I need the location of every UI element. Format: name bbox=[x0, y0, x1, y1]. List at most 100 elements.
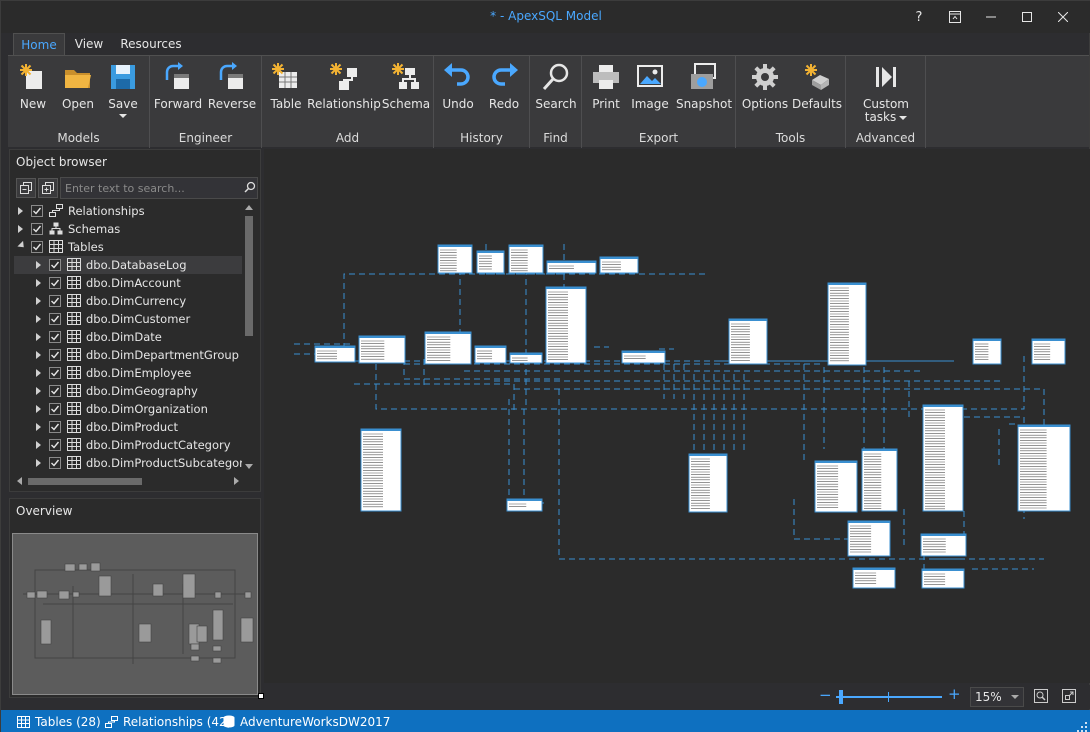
diagram-canvas[interactable] bbox=[264, 149, 1090, 683]
zoom-out-button[interactable]: − bbox=[819, 686, 832, 704]
collapse-all-button[interactable] bbox=[16, 178, 36, 198]
tree-item[interactable]: dbo.DimDate bbox=[14, 328, 242, 346]
search-icon[interactable] bbox=[244, 181, 256, 193]
open-button[interactable]: Open bbox=[59, 60, 97, 128]
scrollbar-thumb[interactable] bbox=[245, 216, 253, 336]
diagram-table[interactable] bbox=[920, 533, 967, 557]
snapshot-button[interactable]: Snapshot bbox=[676, 60, 732, 128]
undo-button[interactable]: Undo bbox=[438, 60, 478, 128]
tree-item[interactable]: dbo.DimAccount bbox=[14, 274, 242, 292]
tree-item-checkbox[interactable] bbox=[49, 259, 61, 271]
status-bar: Tables (28) Relationships (42) Adventure… bbox=[1, 710, 1090, 732]
expand-arrow-right-icon[interactable] bbox=[36, 423, 41, 431]
expand-all-button[interactable] bbox=[38, 178, 58, 198]
expand-arrow-right-icon[interactable] bbox=[18, 207, 23, 215]
tree-item-checkbox[interactable] bbox=[49, 457, 61, 469]
diagram-table[interactable] bbox=[474, 345, 507, 364]
diagram-table[interactable] bbox=[508, 244, 544, 274]
tab-resources[interactable]: Resources bbox=[115, 33, 187, 55]
diagram-table[interactable] bbox=[437, 244, 473, 274]
diagram-table[interactable] bbox=[728, 318, 768, 365]
expand-arrow-right-icon[interactable] bbox=[36, 351, 41, 359]
tree-item[interactable]: dbo.DimGeography bbox=[14, 382, 242, 400]
tab-home[interactable]: Home bbox=[13, 33, 65, 55]
tree-item[interactable]: dbo.DimDepartmentGroup bbox=[14, 346, 242, 364]
expand-arrow-right-icon[interactable] bbox=[36, 315, 41, 323]
diagram-table[interactable] bbox=[921, 568, 965, 589]
tree-item-checkbox[interactable] bbox=[31, 241, 43, 253]
zoom-slider-thumb[interactable] bbox=[839, 690, 843, 704]
diagram-table[interactable] bbox=[476, 250, 505, 274]
tree-item-checkbox[interactable] bbox=[49, 295, 61, 307]
expand-arrow-right-icon[interactable] bbox=[36, 369, 41, 377]
zoom-slider-track[interactable] bbox=[836, 696, 942, 698]
tree-item[interactable]: dbo.DimProduct bbox=[14, 418, 242, 436]
tree-item-checkbox[interactable] bbox=[49, 385, 61, 397]
diagram-table[interactable] bbox=[314, 345, 356, 363]
restore-layout-button[interactable] bbox=[937, 1, 973, 33]
expand-arrow-right-icon[interactable] bbox=[36, 441, 41, 449]
options-button[interactable]: Options bbox=[742, 60, 788, 128]
tree-item[interactable]: dbo.DimProductSubcategory bbox=[14, 454, 242, 472]
tree-item-checkbox[interactable] bbox=[31, 205, 43, 217]
search-button[interactable]: Search bbox=[534, 60, 578, 128]
expand-arrow-right-icon[interactable] bbox=[36, 459, 41, 467]
minimize-button[interactable] bbox=[973, 1, 1009, 33]
print-button[interactable]: Print bbox=[586, 60, 626, 128]
tree-item[interactable]: Schemas bbox=[14, 220, 242, 238]
new-button[interactable]: New bbox=[14, 60, 52, 128]
maximize-button[interactable] bbox=[1009, 1, 1045, 33]
tree-item[interactable]: dbo.DimCurrency bbox=[14, 292, 242, 310]
tree-item-checkbox[interactable] bbox=[49, 331, 61, 343]
tree-item[interactable]: Tables bbox=[14, 238, 242, 256]
tree-vertical-scrollbar[interactable] bbox=[242, 202, 256, 472]
redo-button[interactable]: Redo bbox=[484, 60, 524, 128]
add-schema-button[interactable]: Schema bbox=[382, 60, 430, 128]
expand-arrow-right-icon[interactable] bbox=[36, 405, 41, 413]
defaults-button[interactable]: Defaults bbox=[792, 60, 842, 128]
save-button[interactable]: Save bbox=[104, 60, 142, 128]
expand-arrow-right-icon[interactable] bbox=[36, 297, 41, 305]
zoom-to-fit-button[interactable] bbox=[1034, 689, 1048, 706]
tree-item-checkbox[interactable] bbox=[49, 439, 61, 451]
zoom-level-select[interactable]: 15% bbox=[970, 687, 1024, 707]
expand-arrow-right-icon[interactable] bbox=[36, 279, 41, 287]
zoom-in-button[interactable]: + bbox=[948, 685, 961, 703]
expand-arrow-right-icon[interactable] bbox=[36, 261, 41, 269]
tree-item-checkbox[interactable] bbox=[49, 277, 61, 289]
tree-item[interactable]: dbo.DimOrganization bbox=[14, 400, 242, 418]
custom-tasks-button[interactable]: Custom tasks bbox=[854, 60, 918, 128]
tree-item[interactable]: dbo.DimProductCategory bbox=[14, 436, 242, 454]
tree-item-checkbox[interactable] bbox=[49, 403, 61, 415]
table-icon bbox=[67, 330, 81, 346]
diagram-table[interactable] bbox=[599, 256, 639, 274]
tree-item-checkbox[interactable] bbox=[49, 313, 61, 325]
tree-item[interactable]: dbo.DimCustomer bbox=[14, 310, 242, 328]
tree-item-checkbox[interactable] bbox=[49, 421, 61, 433]
tab-view[interactable]: View bbox=[67, 33, 111, 55]
tree-item[interactable]: Relationships bbox=[14, 202, 242, 220]
window-resize-grip[interactable] bbox=[1077, 721, 1087, 732]
diagram-table[interactable] bbox=[922, 404, 964, 512]
scrollbar-thumb[interactable] bbox=[28, 478, 142, 485]
add-relationship-button[interactable]: Relationship bbox=[307, 60, 381, 128]
add-table-button[interactable]: Table bbox=[266, 60, 306, 128]
export-image-button[interactable]: Image bbox=[630, 60, 670, 128]
tree-item[interactable]: dbo.DatabaseLog bbox=[14, 256, 242, 274]
fit-to-window-button[interactable] bbox=[1062, 689, 1076, 706]
expand-arrow-right-icon[interactable] bbox=[36, 333, 41, 341]
tree-item-checkbox[interactable] bbox=[49, 367, 61, 379]
close-button[interactable] bbox=[1045, 1, 1081, 33]
reverse-engineer-button[interactable]: Reverse bbox=[208, 60, 256, 128]
expand-arrow-down-icon[interactable] bbox=[17, 240, 27, 251]
overview-viewport[interactable] bbox=[12, 533, 258, 695]
tree-item[interactable]: dbo.DimEmployee bbox=[14, 364, 242, 382]
tree-item-checkbox[interactable] bbox=[49, 349, 61, 361]
tree-item-checkbox[interactable] bbox=[31, 223, 43, 235]
help-button[interactable]: ? bbox=[901, 1, 937, 33]
tree-horizontal-scrollbar[interactable] bbox=[14, 474, 242, 488]
object-search-input[interactable] bbox=[60, 177, 258, 199]
forward-engineer-button[interactable]: Forward bbox=[154, 60, 202, 128]
expand-arrow-right-icon[interactable] bbox=[18, 225, 23, 233]
expand-arrow-right-icon[interactable] bbox=[36, 387, 41, 395]
